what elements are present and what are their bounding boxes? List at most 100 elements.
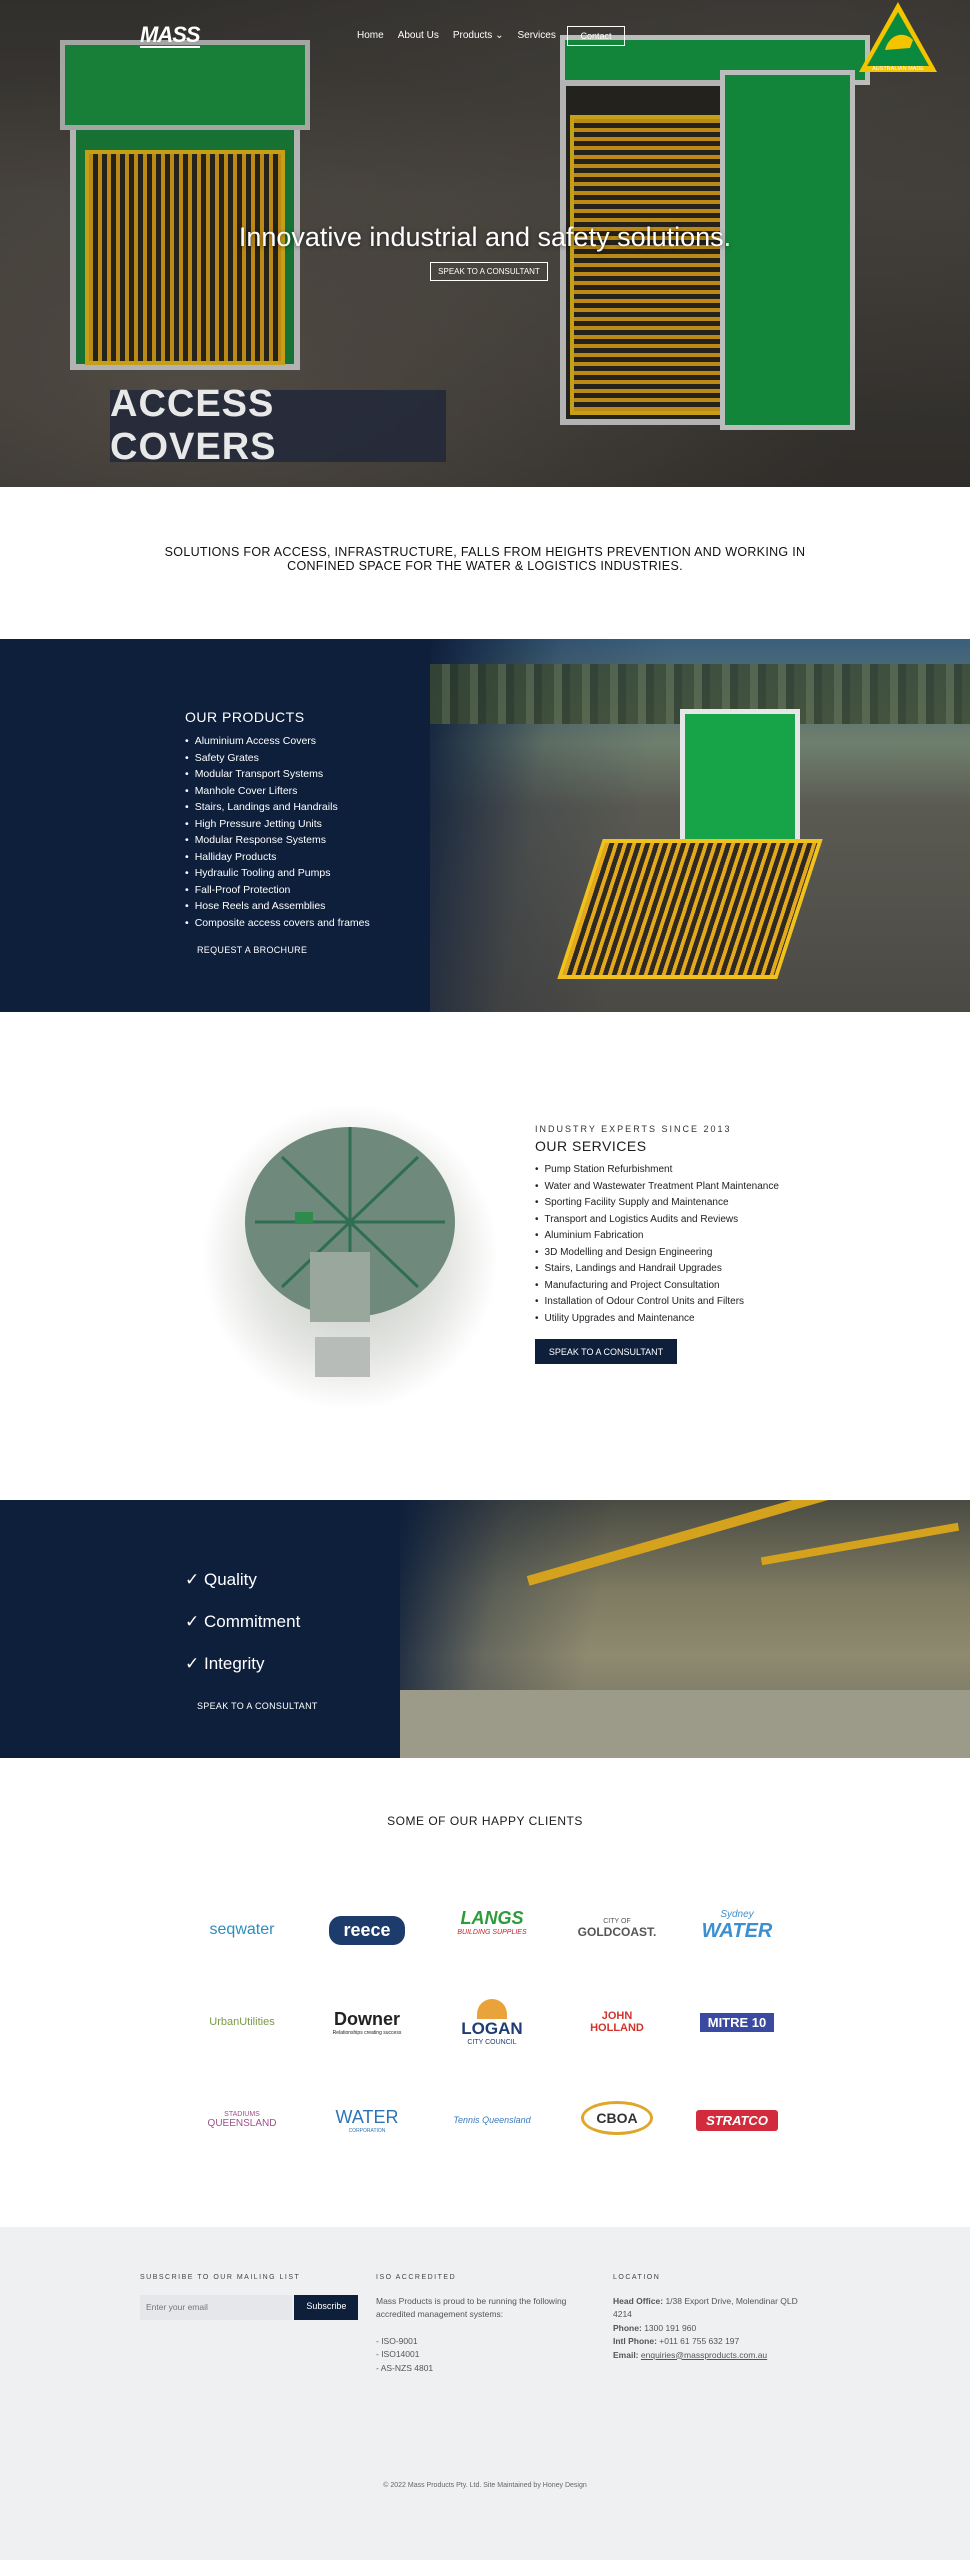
- badge-text: AUSTRALIAN MADE: [872, 66, 924, 72]
- product-item: Stairs, Landings and Handrails: [185, 799, 375, 816]
- intl-phone-link[interactable]: +011 61 755 632 197: [659, 2336, 739, 2346]
- phone-link[interactable]: 1300 191 960: [644, 2323, 696, 2333]
- chevron-down-icon: ⌄: [495, 30, 504, 41]
- footer: SUBSCRIBE TO OUR MAILING LIST Subscribe …: [0, 2227, 970, 2560]
- client-name: QUEENSLAND: [207, 2118, 277, 2129]
- products-title: OUR PRODUCTS: [185, 709, 305, 725]
- service-item: Sporting Facility Supply and Maintenance: [535, 1195, 815, 1212]
- client-sub: CITY COUNCIL: [467, 2038, 517, 2046]
- services-photo: [200, 1102, 500, 1412]
- service-item: Manufacturing and Project Consultation: [535, 1278, 815, 1295]
- contact-button[interactable]: Contact: [567, 26, 625, 46]
- client-name: GOLDCOAST.: [577, 1924, 657, 1939]
- iso-item: - AS-NZS 4801: [376, 2362, 434, 2373]
- nav-about-us[interactable]: About Us: [398, 30, 439, 41]
- client-sub: Sydney: [720, 1909, 754, 1920]
- service-item: Installation of Odour Control Units and …: [535, 1294, 815, 1311]
- client-logo-john-holland: JOHN HOLLAND: [577, 2000, 657, 2044]
- values-list: ✓ Quality ✓ Commitment ✓ Integrity SPEAK…: [185, 1570, 330, 1717]
- client-logo-stadiums-qld: STADIUMS QUEENSLAND: [192, 2098, 292, 2142]
- tank-illustration: [245, 1127, 455, 1377]
- client-logo-urbanutilities: UrbanUtilities: [192, 2000, 292, 2044]
- intro-statement: SOLUTIONS FOR ACCESS, INFRASTRUCTURE, FA…: [164, 545, 806, 573]
- client-logo-water-corporation: WATER CORPORATION: [317, 2098, 417, 2142]
- client-sub: STADIUMS: [224, 2111, 260, 2118]
- phone-label: Phone:: [613, 2322, 642, 2333]
- products-photo-grate: [557, 839, 823, 979]
- email-row: Email: enquiries@massproducts.com.au: [613, 2349, 803, 2363]
- services-eyebrow: INDUSTRY EXPERTS SINCE 2013: [535, 1124, 732, 1134]
- client-name: WATER: [335, 2106, 399, 2127]
- footer-location: LOCATION Head Office: 1/38 Export Drive,…: [613, 2271, 803, 2362]
- nav-home[interactable]: Home: [357, 30, 384, 41]
- email-label: Email:: [613, 2349, 639, 2360]
- client-name: CBOA: [581, 2101, 653, 2135]
- iso-item: - ISO14001: [376, 2349, 420, 2359]
- product-item: Modular Transport Systems: [185, 766, 375, 783]
- client-name: Tennis Queensland: [453, 2115, 531, 2125]
- product-item: Modular Response Systems: [185, 832, 375, 849]
- client-sub: Relationships creating success: [332, 2029, 402, 2036]
- hero-image-label: ACCESS COVERS: [110, 383, 446, 468]
- australian-made-badge: AUSTRALIAN MADE: [859, 2, 937, 72]
- nav-products[interactable]: Products ⌄: [453, 30, 504, 41]
- request-brochure-button[interactable]: REQUEST A BROCHURE: [185, 939, 319, 961]
- mass-logo[interactable]: MASS: [140, 24, 201, 48]
- client-name: seqwater: [209, 1921, 275, 1938]
- location-heading: LOCATION: [613, 2274, 661, 2281]
- copyright: © 2022 Mass Products Pty. Ltd. Site Main…: [383, 2482, 587, 2489]
- products-list-block: OUR PRODUCTS Aluminium Access Covers Saf…: [185, 709, 375, 961]
- values-section: ✓ Quality ✓ Commitment ✓ Integrity SPEAK…: [0, 1500, 970, 1758]
- products-photo: [430, 639, 970, 1012]
- tank-plinth: [315, 1337, 370, 1377]
- product-item: Halliday Products: [185, 849, 375, 866]
- client-name: UrbanUtilities: [209, 2016, 275, 2028]
- client-logo-cboa: CBOA: [567, 2096, 667, 2140]
- clients-title: SOME OF OUR HAPPY CLIENTS: [387, 1814, 583, 1828]
- product-item: Safety Grates: [185, 750, 375, 767]
- email-input[interactable]: [140, 2294, 292, 2320]
- crane-beam-2: [760, 1522, 960, 1566]
- hero-consultant-button[interactable]: SPEAK TO A CONSULTANT: [430, 262, 548, 281]
- value-integrity: ✓ Integrity: [185, 1654, 265, 1673]
- products-list: Aluminium Access Covers Safety Grates Mo…: [185, 733, 375, 931]
- tank-building: [310, 1252, 370, 1322]
- product-item: Fall-Proof Protection: [185, 882, 375, 899]
- client-logo-seqwater: seqwater: [192, 1908, 292, 1952]
- values-consultant-button[interactable]: SPEAK TO A CONSULTANT: [185, 1695, 330, 1717]
- head-office-row: Head Office: 1/38 Export Drive, Molendin…: [613, 2295, 803, 2322]
- hero-title: Innovative industrial and safety solutio…: [238, 222, 732, 252]
- client-name: LOGAN: [461, 2018, 523, 2038]
- footer-subscribe: SUBSCRIBE TO OUR MAILING LIST Subscribe: [140, 2271, 360, 2320]
- client-name: Downer: [333, 2008, 400, 2029]
- services-list: Pump Station Refurbishment Water and Was…: [535, 1162, 815, 1327]
- client-sub: CITY OF: [603, 1917, 631, 1925]
- client-name: WATER: [701, 1920, 773, 1942]
- iso-text: Mass Products is proud to be running the…: [376, 2295, 567, 2320]
- nav-products-label: Products: [452, 30, 493, 41]
- logan-emblem-icon: [477, 1998, 507, 2019]
- factory-floor: [400, 1690, 970, 1758]
- client-name: LANGS: [460, 1908, 524, 1928]
- client-name: STRATCO: [696, 2109, 778, 2131]
- subscribe-button[interactable]: Subscribe: [294, 2294, 359, 2320]
- page: ACCESS COVERS MASS Home About Us Product…: [0, 0, 970, 2560]
- top-nav: MASS Home About Us Products ⌄ Services C…: [0, 0, 970, 72]
- value-commitment: ✓ Commitment: [185, 1612, 301, 1631]
- service-item: Utility Upgrades and Maintenance: [535, 1311, 815, 1328]
- services-consultant-button[interactable]: SPEAK TO A CONSULTANT: [535, 1339, 677, 1364]
- client-logo-grid: seqwater reece LANGS BUILDING SUPPLIES C…: [192, 1900, 782, 2150]
- product-item: Hose Reels and Assemblies: [185, 898, 375, 915]
- nav-services[interactable]: Services: [517, 30, 555, 41]
- main-menu: Home About Us Products ⌄ Services: [357, 30, 556, 41]
- products-section: OUR PRODUCTS Aluminium Access Covers Saf…: [0, 639, 970, 1012]
- client-name: MITRE 10: [699, 2012, 775, 2032]
- email-link[interactable]: enquiries@massproducts.com.au: [641, 2350, 767, 2360]
- service-item: Pump Station Refurbishment: [535, 1162, 815, 1179]
- phone-row: Phone: 1300 191 960: [613, 2322, 803, 2336]
- products-photo-lid: [680, 709, 800, 859]
- service-item: 3D Modelling and Design Engineering: [535, 1245, 815, 1262]
- product-item: Manhole Cover Lifters: [185, 783, 375, 800]
- product-item: Composite access covers and frames: [185, 915, 375, 932]
- client-logo-stratco: STRATCO: [687, 2098, 787, 2142]
